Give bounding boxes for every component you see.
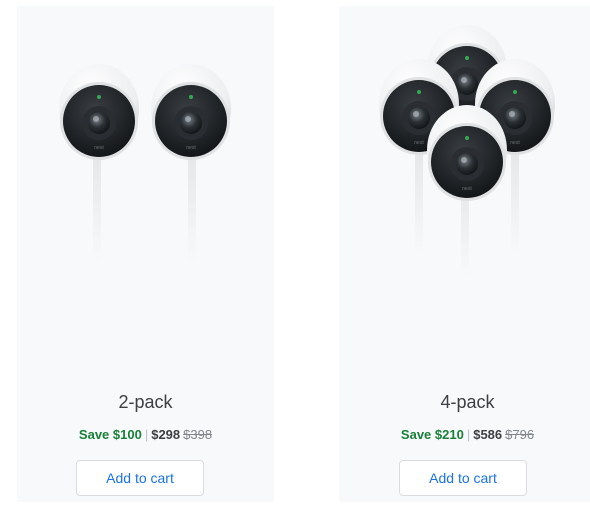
product-title: 4-pack xyxy=(440,392,495,412)
price-separator: | xyxy=(466,427,471,442)
product-title: 2-pack xyxy=(118,392,173,412)
add-to-cart-button[interactable]: Add to cart xyxy=(399,460,527,496)
sale-price: $298 xyxy=(151,427,181,442)
savings-text: Save $210 xyxy=(400,427,464,442)
original-price: $796 xyxy=(505,427,535,442)
add-to-cart-button[interactable]: Add to cart xyxy=(76,460,204,496)
price-line: Save $100 | $298 $398 xyxy=(17,427,274,442)
savings-text: Save $100 xyxy=(78,427,142,442)
product-image-2pack xyxy=(17,6,274,306)
product-card-4pack: 4-pack Save $210 | $586 $796 Add to cart xyxy=(339,6,590,502)
original-price: $398 xyxy=(183,427,213,442)
sale-price: $586 xyxy=(473,427,503,442)
price-separator: | xyxy=(144,427,149,442)
product-card-2pack: 2-pack Save $100 | $298 $398 Add to cart xyxy=(17,6,274,502)
product-image-4pack xyxy=(339,6,590,306)
price-line: Save $210 | $586 $796 xyxy=(339,427,590,442)
